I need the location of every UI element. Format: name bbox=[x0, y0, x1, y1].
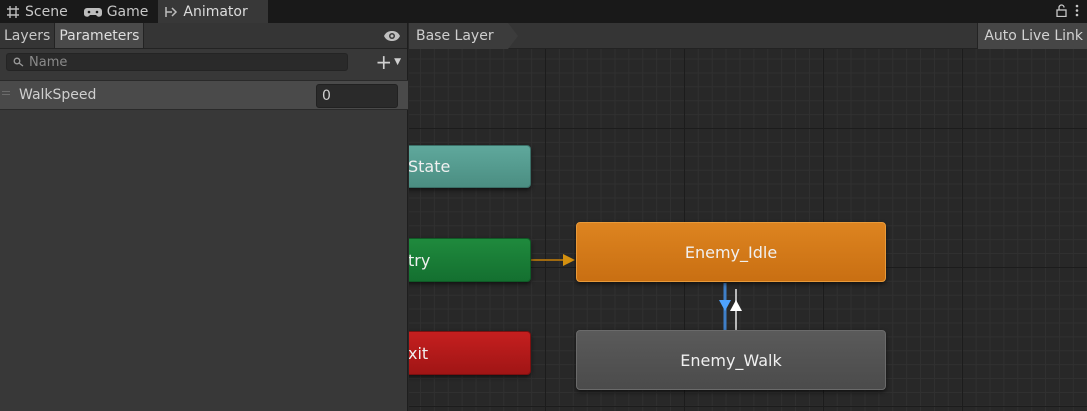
state-label-enemy-walk: Enemy_Walk bbox=[680, 350, 782, 370]
parameter-name: WalkSpeed bbox=[19, 87, 97, 103]
auto-live-link-button[interactable]: Auto Live Link bbox=[977, 23, 1087, 49]
search-input[interactable] bbox=[29, 54, 329, 70]
kebab-menu-icon[interactable] bbox=[1075, 4, 1079, 20]
tab-parameters[interactable]: Parameters bbox=[55, 23, 145, 48]
idle-to-walk-arrow-icon bbox=[719, 300, 731, 311]
parameters-panel: Layers Parameters + ▼ WalkSpeed bbox=[0, 23, 408, 411]
tab-scene[interactable]: Scene bbox=[0, 0, 78, 23]
tab-game-label: Game bbox=[106, 3, 149, 20]
state-node-enemy-walk[interactable]: Enemy_Walk bbox=[576, 330, 886, 390]
tab-animator-label: Animator bbox=[183, 3, 248, 20]
entry-label: try bbox=[409, 250, 431, 270]
search-row: + ▼ bbox=[0, 49, 407, 75]
add-parameter-button[interactable]: + ▼ bbox=[375, 50, 401, 74]
tab-layers[interactable]: Layers bbox=[0, 23, 56, 48]
any-state-label: State bbox=[409, 157, 451, 176]
breadcrumb-base-layer[interactable]: Base Layer bbox=[409, 23, 518, 49]
animator-graph[interactable]: Base Layer Auto Live Link State try xit … bbox=[409, 23, 1087, 411]
search-icon bbox=[13, 57, 24, 67]
tab-animator[interactable]: Animator bbox=[158, 0, 268, 23]
eye-icon[interactable] bbox=[383, 28, 401, 44]
tab-scene-label: Scene bbox=[25, 3, 68, 20]
tabbar-controls bbox=[1056, 0, 1087, 23]
tab-game[interactable]: Game bbox=[78, 0, 159, 23]
drag-handle-icon[interactable] bbox=[2, 91, 10, 99]
state-label-enemy-idle: Enemy_Idle bbox=[684, 242, 778, 262]
exit-node[interactable]: xit bbox=[409, 331, 531, 375]
state-node-enemy-idle[interactable]: Enemy_Idle bbox=[576, 222, 886, 282]
chevron-down-icon: ▼ bbox=[394, 57, 401, 67]
search-field bbox=[6, 53, 348, 71]
entry-transition-arrow-icon bbox=[563, 254, 575, 266]
plus-icon: + bbox=[375, 50, 393, 74]
parameter-value-field[interactable] bbox=[316, 84, 398, 108]
parameter-row[interactable]: WalkSpeed bbox=[0, 80, 408, 110]
grid-icon bbox=[7, 5, 19, 18]
exit-label: xit bbox=[409, 343, 429, 363]
lock-icon[interactable] bbox=[1056, 3, 1067, 20]
gamepad-icon bbox=[83, 7, 102, 17]
any-state-node[interactable]: State bbox=[409, 145, 531, 188]
entry-node[interactable]: try bbox=[409, 238, 531, 282]
animator-icon bbox=[165, 6, 178, 17]
panel-toolbar: Layers Parameters bbox=[0, 23, 407, 49]
walk-to-idle-arrow-icon bbox=[730, 300, 742, 311]
graph-toolbar: Base Layer Auto Live Link bbox=[409, 23, 1087, 49]
window-tab-bar: Scene Game Animator bbox=[0, 0, 1087, 23]
